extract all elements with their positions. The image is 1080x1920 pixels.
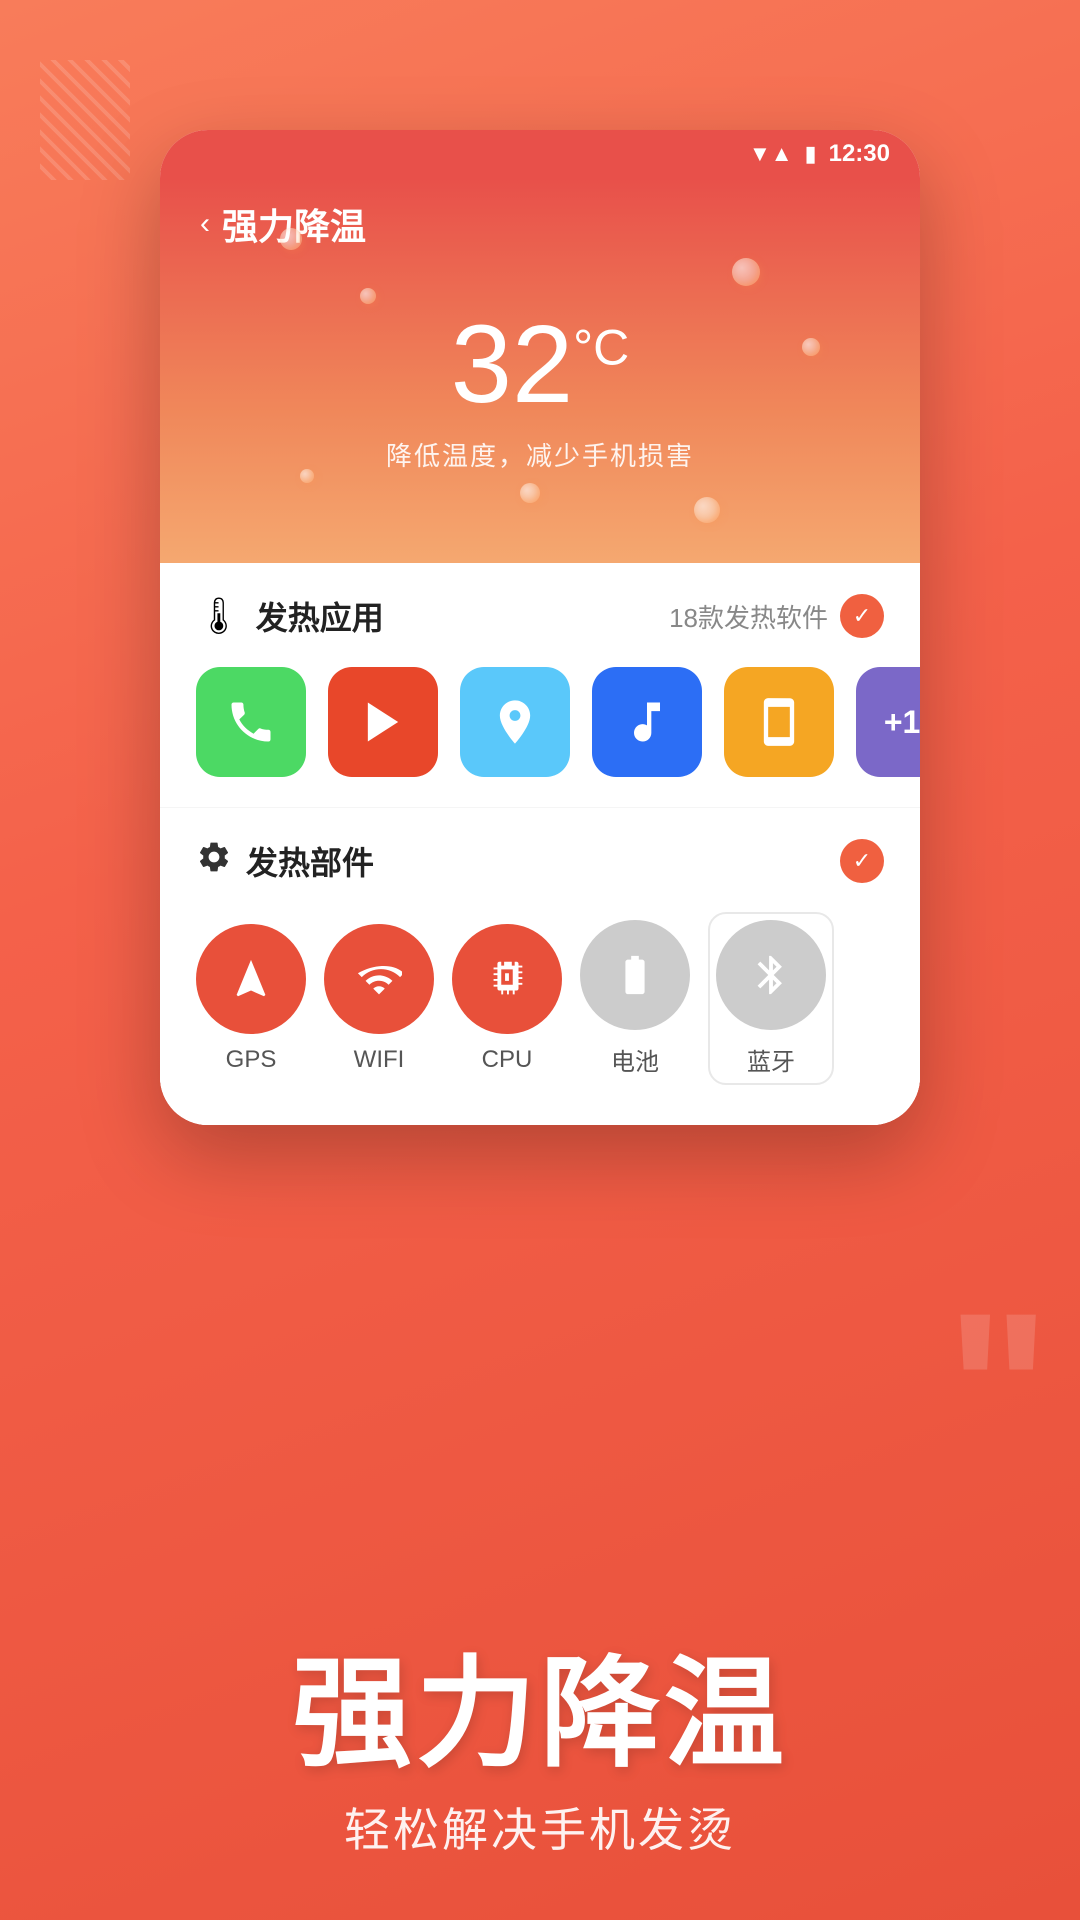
temperature-description: 降低温度，减少手机损害	[200, 436, 880, 473]
heat-components-check[interactable]: ✓	[840, 839, 884, 883]
comp-icon-bluetooth	[716, 920, 826, 1030]
back-arrow-icon: ‹	[200, 207, 210, 241]
bubble-5	[300, 469, 314, 483]
back-navigation[interactable]: ‹ 强力降温	[200, 198, 880, 250]
more-label: +12	[884, 704, 920, 741]
bubble-6	[520, 483, 540, 503]
comp-battery[interactable]: 电池	[580, 920, 690, 1077]
thermometer-icon: 🌡	[196, 595, 242, 637]
comp-cpu[interactable]: CPU	[452, 924, 562, 1074]
heat-components-header: 发热部件 ✓	[196, 838, 884, 884]
app-icon-mobile	[724, 667, 834, 777]
bottom-text-section: 强力降温 轻松解决手机发烫	[0, 1654, 1080, 1860]
comp-label-bluetooth: 蓝牙	[747, 1042, 795, 1077]
app-music[interactable]	[592, 667, 702, 777]
bubble-3	[732, 258, 760, 286]
comp-gps[interactable]: GPS	[196, 924, 306, 1074]
bubble-7	[694, 497, 720, 523]
temp-number: 32	[451, 303, 573, 426]
comp-icon-gps	[196, 924, 306, 1034]
comp-label-wifi: WIFI	[354, 1046, 405, 1074]
app-icon-video	[328, 667, 438, 777]
comp-bluetooth[interactable]: 蓝牙	[708, 912, 834, 1085]
comp-icon-wifi	[324, 924, 434, 1034]
comp-label-gps: GPS	[226, 1046, 277, 1074]
temp-unit: °C	[573, 319, 629, 375]
app-icon-more: +12	[856, 667, 920, 777]
check-icon: ✓	[853, 603, 871, 629]
bubble-2	[360, 288, 376, 304]
heat-apps-title-left: 🌡 发热应用	[196, 593, 384, 639]
bubble-4	[802, 338, 820, 356]
phone-mockup: ▼▲ ▮ 12:30 ‹ 强力降温 32°C 降低温度，减少手机损害	[160, 130, 920, 1125]
signal-icon: ▮	[805, 141, 817, 167]
app-video[interactable]	[328, 667, 438, 777]
status-time: 12:30	[829, 140, 890, 168]
heat-apps-count: 18款发热软件	[669, 598, 828, 635]
bg-decoration-topleft	[40, 60, 130, 180]
comp-icon-battery	[580, 920, 690, 1030]
app-mobile[interactable]	[724, 667, 834, 777]
components-check-icon: ✓	[853, 848, 871, 874]
sub-slogan: 轻松解决手机发烫	[60, 1794, 1020, 1860]
status-bar: ▼▲ ▮ 12:30	[160, 130, 920, 178]
heat-components-title: 发热部件	[246, 838, 374, 884]
app-more[interactable]: +12	[856, 667, 920, 777]
app-icon-map	[460, 667, 570, 777]
phone-header: ‹ 强力降温 32°C 降低温度，减少手机损害	[160, 178, 920, 563]
heat-apps-section: 🌡 发热应用 18款发热软件 ✓	[160, 563, 920, 808]
white-card-area: 🌡 发热应用 18款发热软件 ✓	[160, 563, 920, 1125]
main-slogan: 强力降温	[60, 1654, 1020, 1774]
comp-wifi[interactable]: WIFI	[324, 924, 434, 1074]
heat-apps-header: 🌡 发热应用 18款发热软件 ✓	[196, 593, 884, 639]
comp-icons-row: GPS WIFI	[196, 912, 884, 1085]
app-icons-row: +12	[196, 667, 884, 777]
temperature-value: 32°C	[200, 310, 880, 420]
app-icon-music	[592, 667, 702, 777]
heat-apps-title: 发热应用	[256, 593, 384, 639]
app-icon-phone	[196, 667, 306, 777]
comp-label-battery: 电池	[611, 1042, 659, 1077]
app-map[interactable]	[460, 667, 570, 777]
app-phone[interactable]	[196, 667, 306, 777]
heat-components-section: 发热部件 ✓ GPS	[160, 808, 920, 1125]
heat-components-title-left: 发热部件	[196, 838, 374, 884]
wifi-icon: ▼▲	[749, 141, 793, 167]
gear-icon	[196, 839, 232, 884]
comp-icon-cpu	[452, 924, 562, 1034]
heat-apps-badge: 18款发热软件 ✓	[669, 594, 884, 638]
bubble-1	[280, 228, 302, 250]
comp-label-cpu: CPU	[482, 1046, 533, 1074]
bg-decoration-quote: "	[946, 1280, 1050, 1500]
heat-apps-check[interactable]: ✓	[840, 594, 884, 638]
